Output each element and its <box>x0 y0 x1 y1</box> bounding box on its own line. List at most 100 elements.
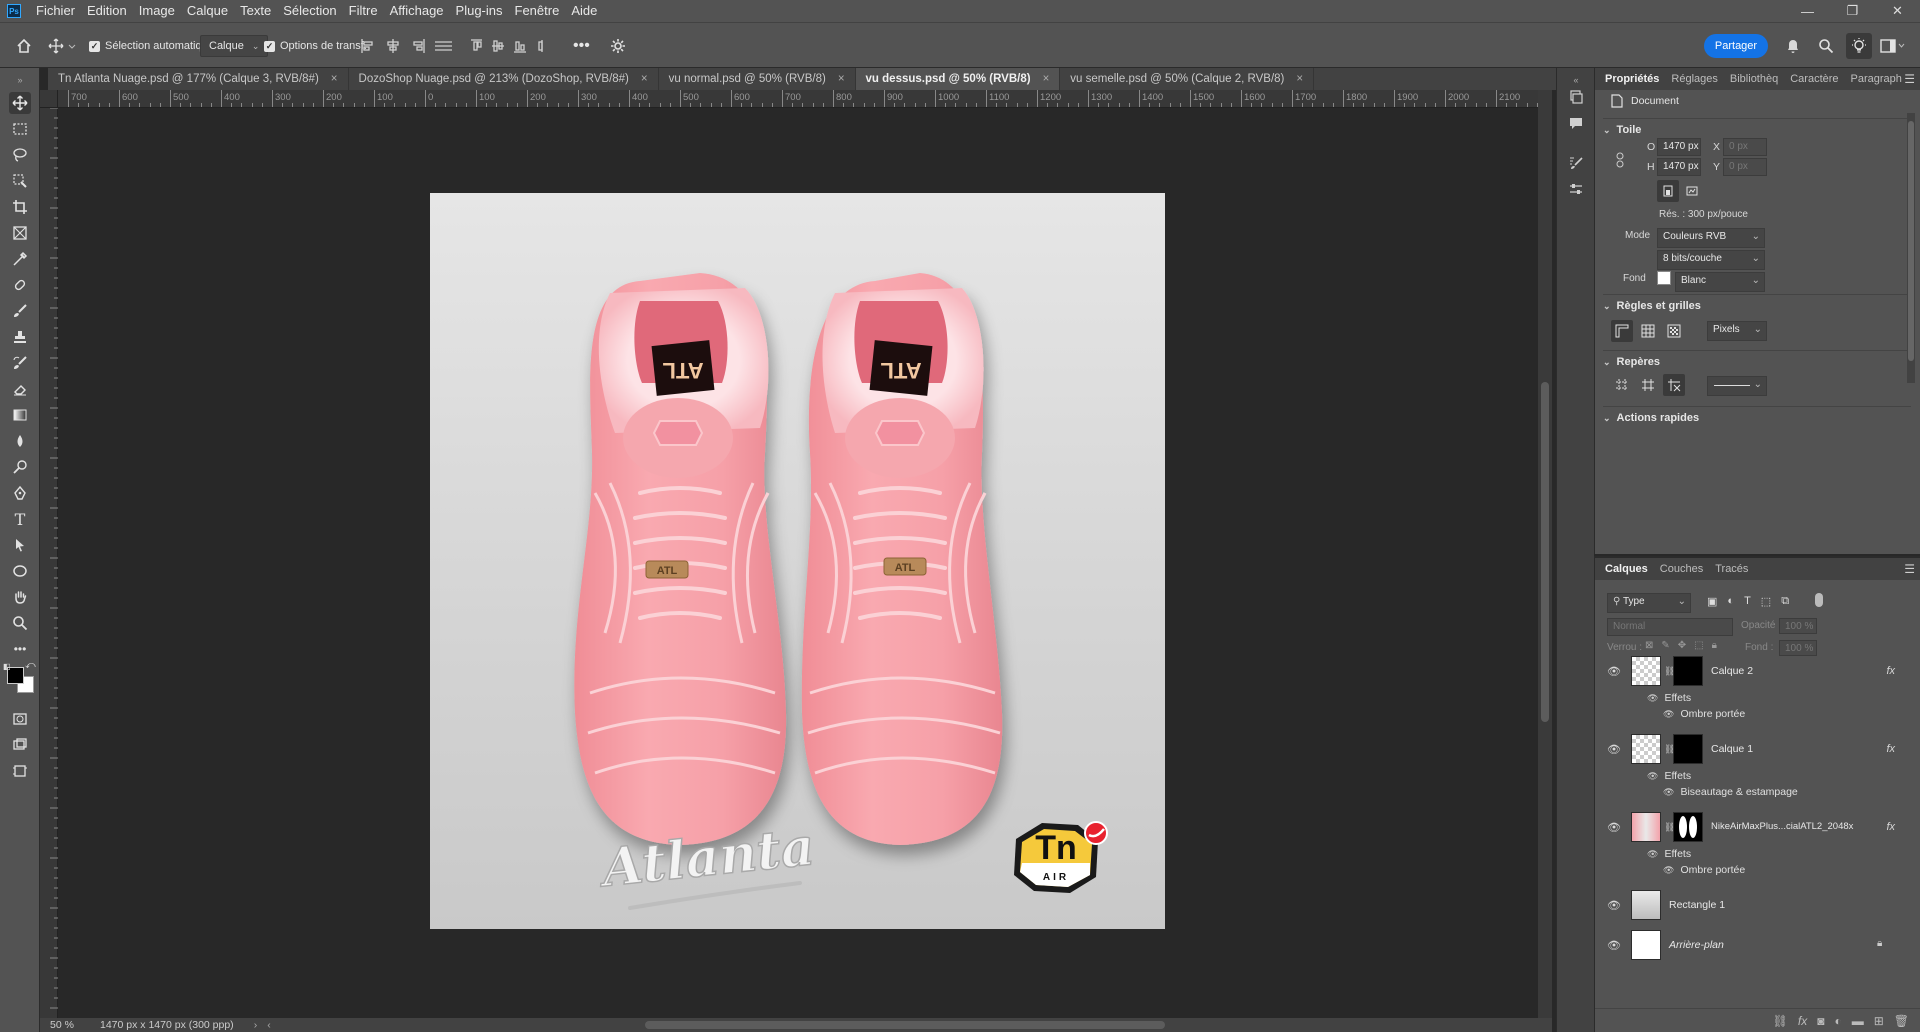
zoom-tool-icon[interactable] <box>9 612 31 634</box>
eye-icon[interactable]: 👁︎ <box>1647 771 1658 782</box>
filter-pixel-icon[interactable]: ▣ <box>1707 595 1717 608</box>
layer-mask-thumbnail[interactable] <box>1673 812 1703 842</box>
clear-guides-icon[interactable] <box>1663 374 1685 396</box>
layer-name[interactable]: NikeAirMaxPlus...cialATL2_2048x <box>1711 821 1853 832</box>
menu-aide[interactable]: Aide <box>565 0 603 22</box>
layer-mask-thumbnail[interactable] <box>1673 656 1703 686</box>
screen-mode-icon[interactable] <box>9 734 31 756</box>
healing-brush-icon[interactable] <box>9 274 31 296</box>
close-tab-icon[interactable]: × <box>1296 73 1303 85</box>
add-mask-icon[interactable]: ◙ <box>1817 1014 1824 1028</box>
eye-icon[interactable]: 👁︎ <box>1663 787 1674 798</box>
tab-paragraphe[interactable]: Paragraph <box>1851 73 1902 85</box>
layer-row-arriere-plan[interactable]: 👁︎ Arrière-plan 🔒︎ <box>1595 928 1907 962</box>
portrait-orientation-icon[interactable] <box>1657 180 1679 202</box>
move-tool-icon[interactable] <box>9 92 31 114</box>
eye-icon[interactable]: 👁︎ <box>1607 665 1621 678</box>
stamp-tool-icon[interactable] <box>9 326 31 348</box>
effect-row[interactable]: 👁︎ Biseautage & estampage <box>1663 786 1798 798</box>
tab-vu-dessus[interactable]: vu dessus.psd @ 50% (RVB/8) × <box>855 68 1061 90</box>
tab-reglages[interactable]: Réglages <box>1671 73 1717 85</box>
effects-row[interactable]: 👁︎ Effets <box>1647 848 1691 860</box>
lock-pixels-icon[interactable]: ✎ <box>1661 640 1669 651</box>
tab-proprietes[interactable]: Propriétés <box>1605 73 1659 85</box>
fx-icon[interactable]: fx <box>1886 821 1895 833</box>
filter-toggle-icon[interactable] <box>1815 593 1823 607</box>
section-regles-grilles[interactable]: ⌄ Règles et grilles <box>1603 300 1701 312</box>
vertical-scrollbar[interactable] <box>1538 90 1552 1018</box>
filter-smart-object-icon[interactable]: ⧉ <box>1781 595 1789 608</box>
background-color-swatch[interactable] <box>1657 271 1671 285</box>
horizontal-ruler[interactable]: 700 600 500 400 300 200 100 0 100 200 300 400 500 600… <box>58 90 1538 108</box>
text-tool-icon[interactable]: T <box>9 508 31 530</box>
frame-tool-icon[interactable] <box>9 222 31 244</box>
layer-name[interactable]: Calque 2 <box>1711 665 1753 677</box>
layer-row-rectangle-1[interactable]: 👁︎ Rectangle 1 <box>1595 888 1907 922</box>
edit-toolbar-icon[interactable]: ••• <box>9 638 31 660</box>
adjustments-sliders-icon[interactable] <box>1567 180 1585 198</box>
x-input[interactable]: 0 px <box>1723 138 1767 156</box>
panel-menu-icon[interactable]: ☰ <box>1904 562 1915 576</box>
swap-colors-icon[interactable]: ⤺ <box>25 660 36 671</box>
zoom-level[interactable]: 50 % <box>50 1019 90 1031</box>
default-colors-icon[interactable]: ◧ <box>3 662 11 671</box>
menu-texte[interactable]: Texte <box>234 0 277 22</box>
brush-settings-icon[interactable] <box>1567 154 1585 172</box>
section-reperes[interactable]: ⌄ Repères <box>1603 356 1660 368</box>
eye-icon[interactable]: 👁︎ <box>1607 743 1621 756</box>
tab-bibliotheques[interactable]: Bibliothèq <box>1730 73 1778 85</box>
tab-caractere[interactable]: Caractère <box>1790 73 1838 85</box>
fx-icon[interactable]: fx <box>1886 743 1895 755</box>
hand-tool-icon[interactable] <box>9 586 31 608</box>
link-layers-icon[interactable]: ⛓︎ <box>1773 1014 1788 1028</box>
horizontal-scroll-thumb[interactable] <box>645 1021 1165 1029</box>
document-canvas[interactable]: ATL ATL ATL ATL Atlanta Tn AIR <box>430 193 1165 929</box>
effect-row[interactable]: 👁︎ Ombre portée <box>1663 864 1745 876</box>
dodge-tool-icon[interactable] <box>9 456 31 478</box>
color-swatches[interactable]: ◧ ⤺ <box>3 660 37 696</box>
search-icon[interactable] <box>1818 23 1834 69</box>
filter-type-icon[interactable]: T <box>1744 595 1751 608</box>
tab-tn-atlanta-nuage[interactable]: Tn Atlanta Nuage.psd @ 177% (Calque 3, R… <box>48 68 349 90</box>
transform-options-checkbox[interactable]: ✓ Options de transf. <box>264 23 367 69</box>
pixel-grid-icon[interactable] <box>1663 320 1685 342</box>
menu-image[interactable]: Image <box>133 0 181 22</box>
collapse-dock-icon[interactable]: « <box>1567 71 1585 89</box>
minimize-button[interactable]: — <box>1785 0 1830 22</box>
add-style-fx-icon[interactable]: fx <box>1798 1014 1807 1028</box>
layer-row-nike-image[interactable]: 👁︎ ⛓︎ NikeAirMaxPlus...cialATL2_2048x fx <box>1595 810 1907 844</box>
tab-vu-semelle[interactable]: vu semelle.psd @ 50% (Calque 2, RVB/8) × <box>1060 68 1315 90</box>
lock-transparency-icon[interactable]: ⊠ <box>1645 640 1653 651</box>
vertical-scroll-thumb[interactable] <box>1541 382 1549 722</box>
tab-traces[interactable]: Tracés <box>1715 563 1748 575</box>
fx-icon[interactable]: fx <box>1886 665 1895 677</box>
section-toile[interactable]: ⌄ Toile <box>1603 124 1641 136</box>
grid-toggle-icon[interactable] <box>1637 320 1659 342</box>
layer-name[interactable]: Arrière-plan <box>1669 939 1724 951</box>
tab-vu-normal[interactable]: vu normal.psd @ 50% (RVB/8) × <box>659 68 856 90</box>
marquee-tool-icon[interactable] <box>9 118 31 140</box>
lock-position-icon[interactable]: ✥ <box>1678 640 1686 651</box>
settings-gear-icon[interactable] <box>610 23 626 69</box>
artboard-icon[interactable] <box>9 760 31 782</box>
new-group-folder-icon[interactable]: ▬ <box>1852 1014 1864 1028</box>
layer-mask-thumbnail[interactable] <box>1673 734 1703 764</box>
rulers-toggle-icon[interactable] <box>1611 320 1633 342</box>
eye-icon[interactable]: 👁︎ <box>1607 821 1621 834</box>
tab-calques[interactable]: Calques <box>1605 563 1648 575</box>
bit-depth-select[interactable]: 8 bits/couche ⌄ <box>1657 250 1765 270</box>
eye-icon[interactable]: 👁︎ <box>1663 709 1674 720</box>
more-options-icon[interactable]: ••• <box>573 23 590 69</box>
width-input[interactable]: 1470 px <box>1657 138 1701 156</box>
menu-fichier[interactable]: Fichier <box>30 0 81 22</box>
panel-menu-icon[interactable]: ☰ <box>1904 72 1915 86</box>
layers-scrollbar[interactable] <box>1913 678 1919 958</box>
menu-plugins[interactable]: Plug-ins <box>450 0 509 22</box>
blend-mode-select[interactable]: Normal <box>1607 618 1733 636</box>
eye-icon[interactable]: 👁︎ <box>1647 693 1658 704</box>
section-actions-rapides[interactable]: ⌄ Actions rapides <box>1603 412 1699 424</box>
share-button[interactable]: Partager <box>1704 34 1768 58</box>
history-brush-icon[interactable] <box>9 352 31 374</box>
close-tab-icon[interactable]: × <box>331 73 338 85</box>
menu-edition[interactable]: Edition <box>81 0 133 22</box>
